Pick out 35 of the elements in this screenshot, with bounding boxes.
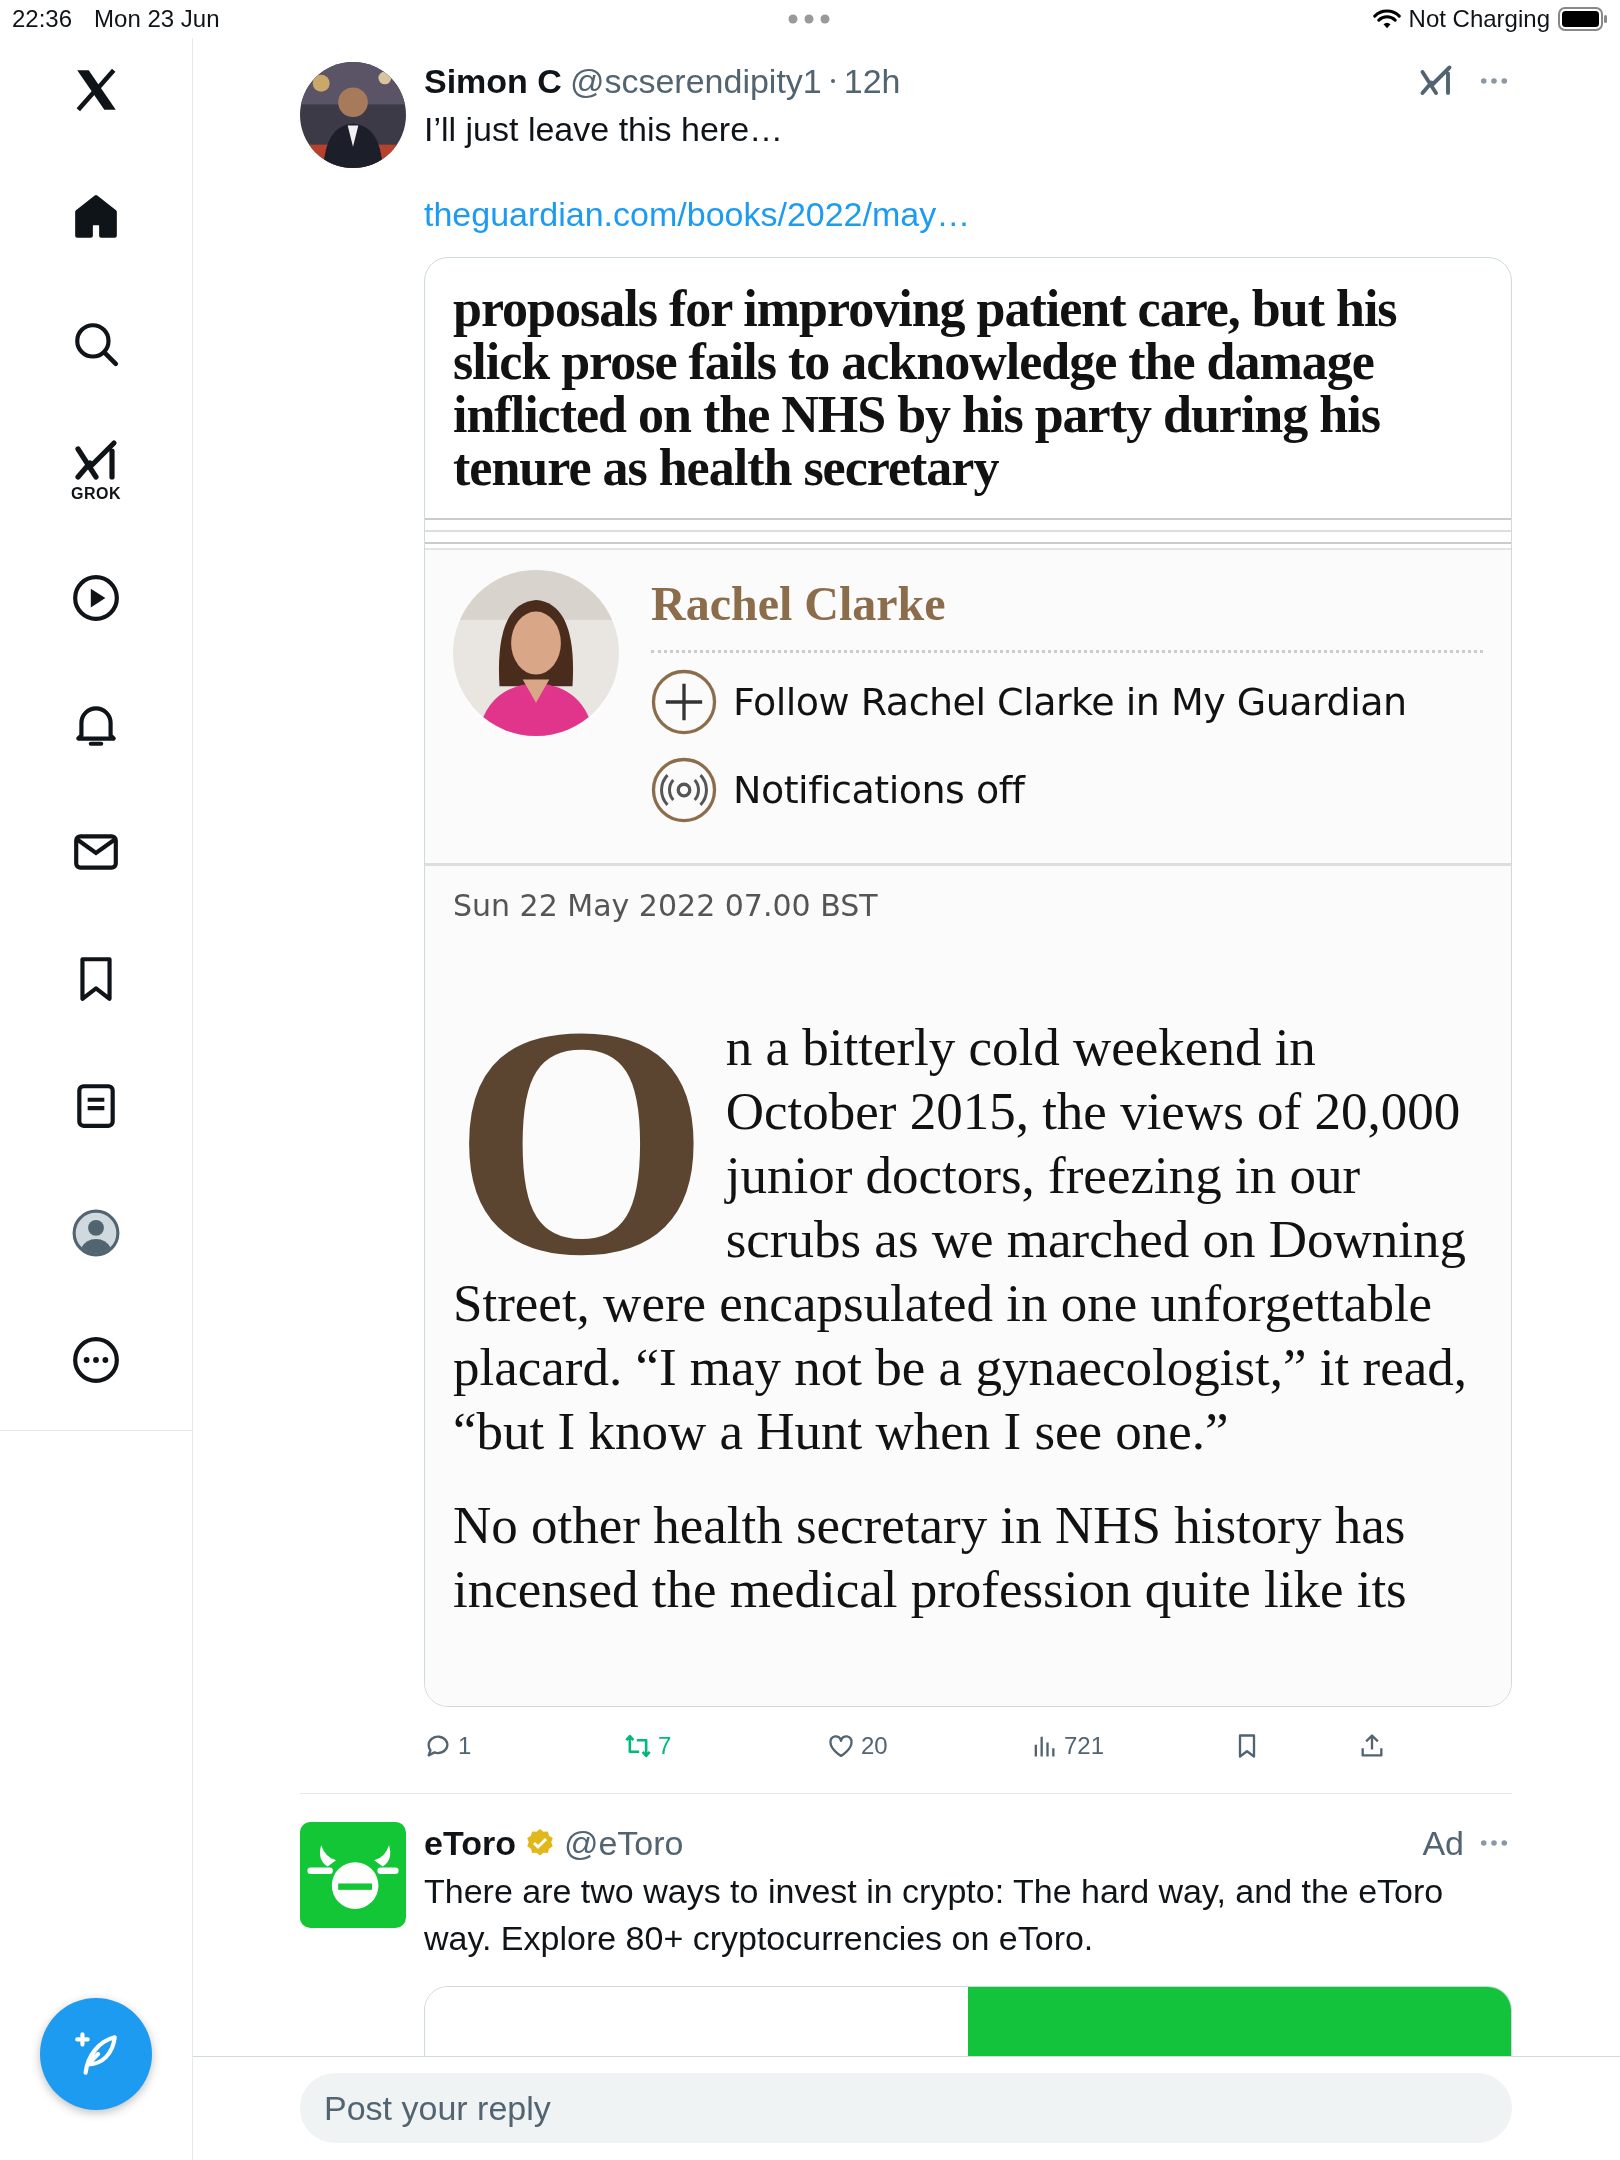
follow-label: Follow Rachel Clarke in My Guardian [733, 680, 1407, 724]
advertiser-handle[interactable]: @eToro [563, 1823, 684, 1863]
ad-label: Ad [1422, 1823, 1464, 1863]
reply-action[interactable]: 1 [424, 1732, 472, 1760]
ad-text: There are two ways to invest in crypto: The hard way, and the eToro way. Explore 80+ cryptocurrencies on eToro. [424, 1871, 1445, 1959]
article-date: Sun 22 May 2022 07.00 BST [453, 888, 879, 923]
article-screenshot[interactable] [424, 257, 1512, 1707]
more-icon[interactable] [71, 1335, 121, 1385]
columnist-name: Rachel Clarke [651, 576, 947, 632]
like-action[interactable]: 20 [827, 1732, 888, 1760]
status-time: 22:36 [12, 5, 73, 33]
more-options-icon[interactable] [1480, 1839, 1508, 1847]
wifi-icon [1372, 8, 1401, 30]
more-options-icon[interactable] [1480, 77, 1508, 85]
article-standfirst: proposals for improving patient care, but his slick prose fails to acknowledge the damage inflicted on the NHS by his party during his tenure as health secretary [452, 279, 1398, 494]
author-name[interactable]: Simon C [424, 61, 562, 101]
advertiser-name[interactable]: eToro [424, 1823, 516, 1863]
play-icon[interactable] [71, 573, 121, 623]
profile-avatar-icon[interactable] [71, 1208, 121, 1258]
compose-button[interactable] [40, 1998, 152, 2110]
multitasking-icon[interactable] [787, 13, 831, 25]
broadcast-icon [651, 757, 717, 823]
heart-icon[interactable] [827, 1732, 855, 1760]
post-text: I’ll just leave this here… [424, 109, 785, 150]
author-handle[interactable]: @scserendipity1 [569, 61, 822, 101]
battery-icon [1558, 7, 1608, 31]
post-time[interactable]: 12h [843, 61, 901, 101]
notifications-label: Notifications off [733, 768, 1025, 812]
article-paragraph: No other health secretary in NHS history has incensed the medical profession quite like its [453, 1495, 1408, 1620]
grok-nav-item[interactable]: GROK [71, 437, 121, 505]
reply-field[interactable]: Post your reply [300, 2073, 1512, 2143]
battery-status: Not Charging [1408, 5, 1550, 33]
plus-icon [651, 669, 717, 735]
status-date: Mon 23 Jun [94, 5, 220, 33]
views-action[interactable]: 721 [1030, 1732, 1105, 1760]
